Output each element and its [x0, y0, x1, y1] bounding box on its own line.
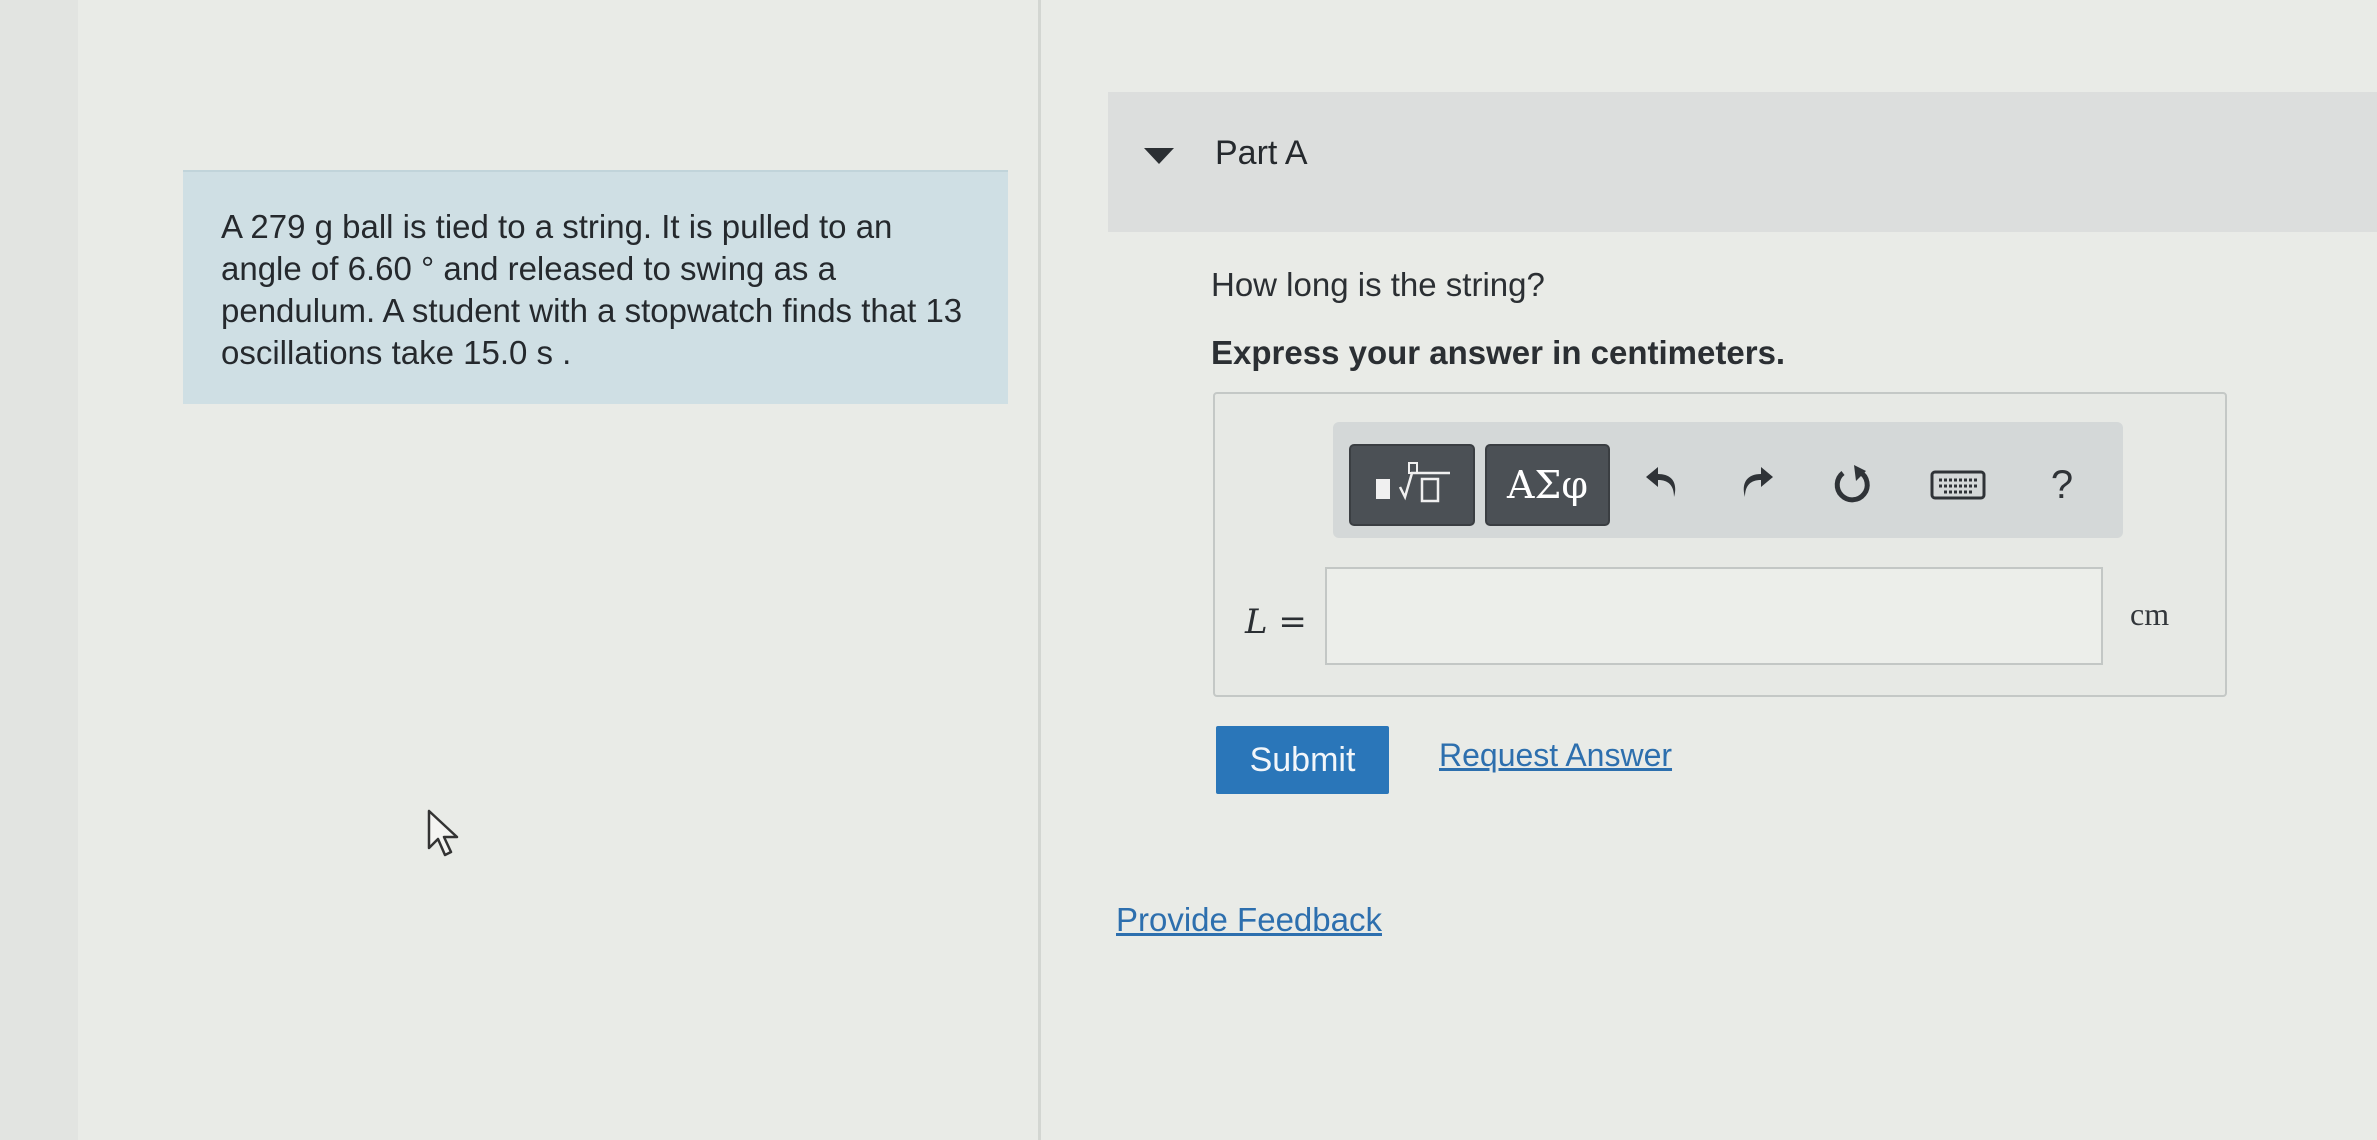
- undo-button[interactable]: [1633, 456, 1691, 514]
- part-title: Part A: [1215, 134, 1308, 172]
- reset-button[interactable]: [1823, 456, 1881, 514]
- problem-line: pendulum. A student with a stopwatch fin…: [221, 292, 963, 329]
- variable-label: L =: [1245, 602, 1307, 642]
- answer-input[interactable]: [1325, 567, 2103, 665]
- templates-button[interactable]: [1349, 444, 1475, 526]
- redo-icon: [1743, 467, 1773, 497]
- math-toolbar: ΑΣφ ?: [1333, 422, 2123, 538]
- provide-feedback-link[interactable]: Provide Feedback: [1116, 901, 1382, 939]
- problem-text: A 279 g ball is tied to a string. It is …: [221, 206, 981, 374]
- problem-line: oscillations take 15.0 s .: [221, 334, 572, 371]
- question-text: How long is the string?: [1211, 266, 1545, 303]
- reset-icon: [1834, 465, 1870, 503]
- mouse-pointer-icon: [427, 809, 459, 857]
- unit-label: cm: [2130, 596, 2170, 632]
- templates-icon: [1376, 462, 1450, 503]
- instruction-text: Express your answer in centimeters.: [1211, 334, 1786, 371]
- undo-icon: [1646, 467, 1676, 497]
- help-icon[interactable]: ?: [2033, 456, 2091, 514]
- problem-line: A 279 g ball is tied to a string. It is …: [221, 208, 893, 245]
- keyboard-icon: [1930, 470, 1986, 500]
- redo-button[interactable]: [1728, 456, 1786, 514]
- keyboard-button[interactable]: [1923, 456, 1993, 514]
- problem-statement-box: A 279 g ball is tied to a string. It is …: [183, 170, 1008, 404]
- collapse-caret-icon[interactable]: [1144, 148, 1174, 164]
- problem-line: angle of 6.60 ° and released to swing as…: [221, 250, 836, 287]
- request-answer-link[interactable]: Request Answer: [1439, 737, 1672, 774]
- submit-button[interactable]: Submit: [1216, 726, 1389, 794]
- greek-symbols-button[interactable]: ΑΣφ: [1485, 444, 1610, 526]
- column-divider: [1038, 0, 1041, 1140]
- part-a-header[interactable]: Part A: [1108, 92, 2377, 232]
- answer-box: ΑΣφ ? L = cm: [1213, 392, 2227, 697]
